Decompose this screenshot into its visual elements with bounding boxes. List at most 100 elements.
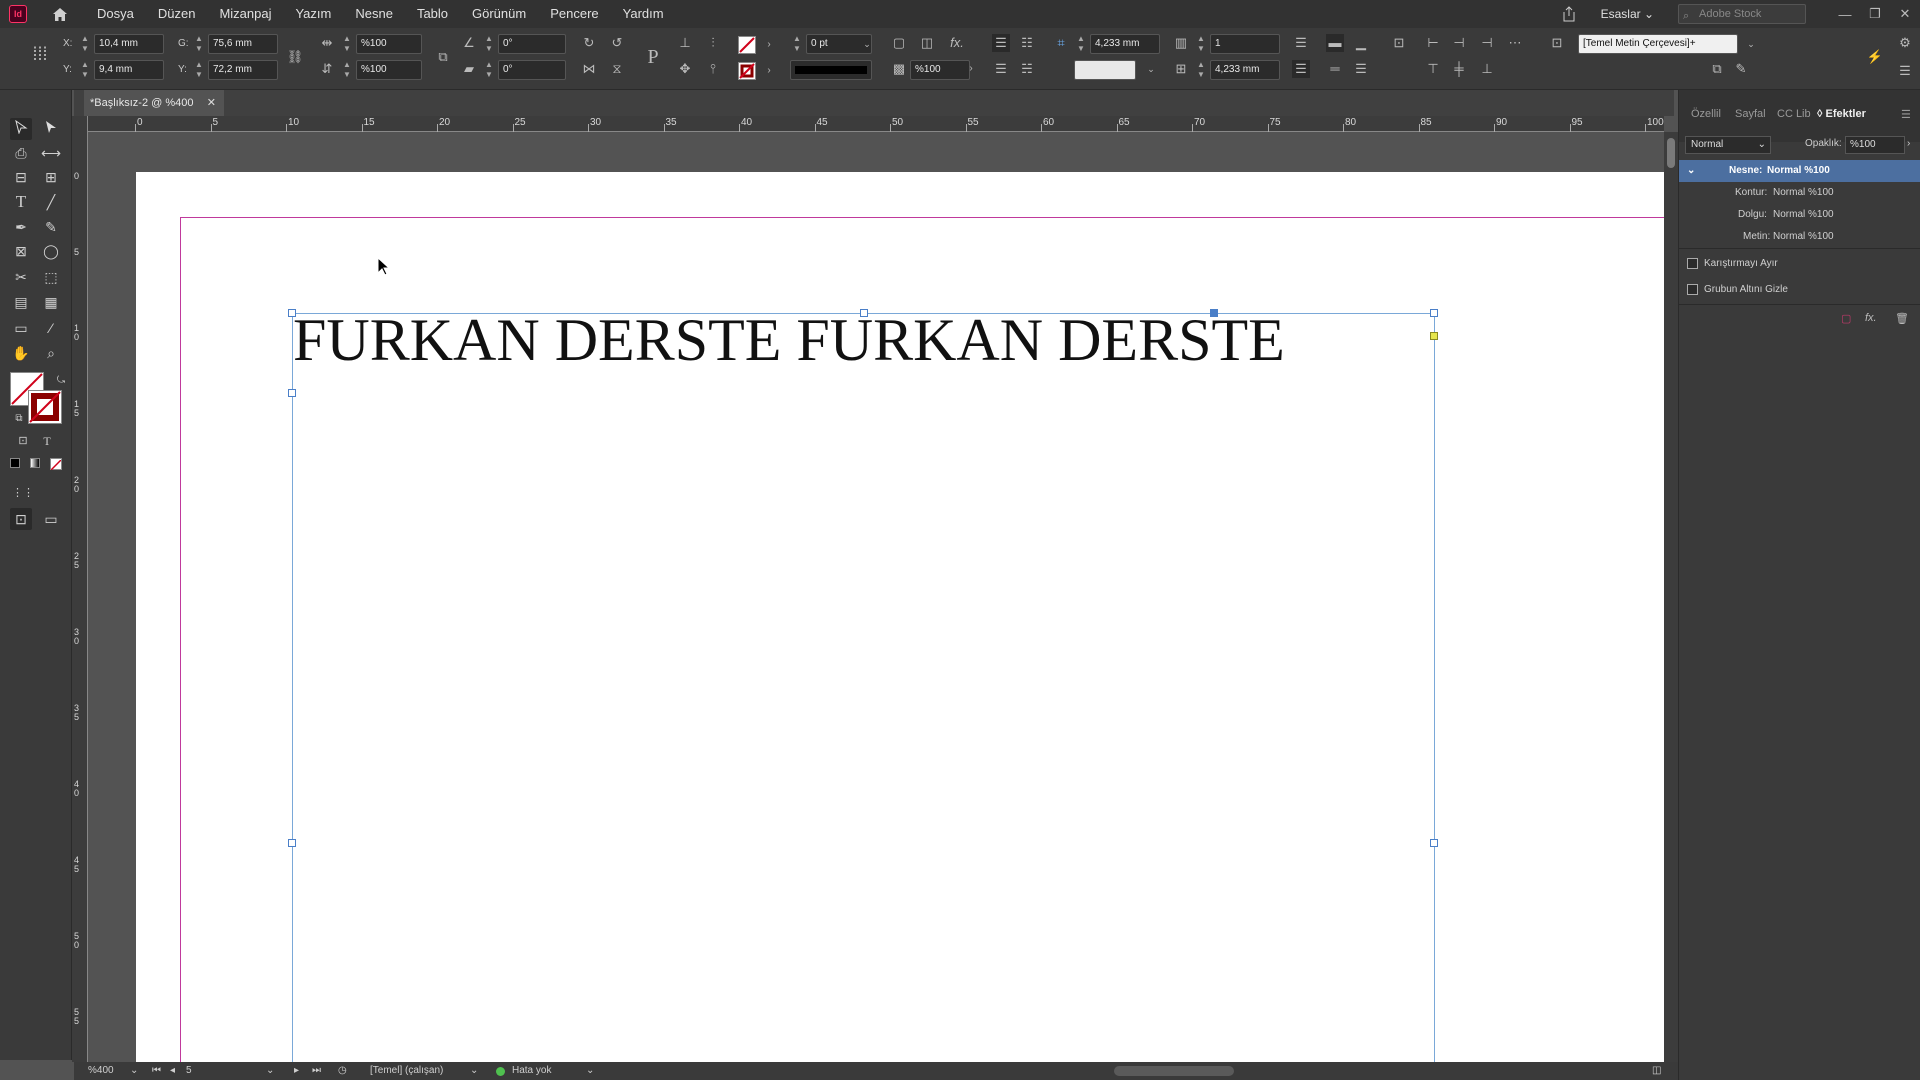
- content-placer-icon[interactable]: ⊞: [40, 166, 62, 188]
- pencil-tool-icon[interactable]: ✎: [40, 216, 62, 238]
- stroke-chevron-icon[interactable]: ›: [760, 62, 778, 80]
- scale-x-field[interactable]: %100: [356, 34, 422, 54]
- tab-properties[interactable]: Özellil: [1691, 108, 1721, 120]
- zoom-tool-icon[interactable]: ⌕: [40, 342, 62, 364]
- stroke-type-select[interactable]: [790, 60, 872, 80]
- tab-cc-libraries[interactable]: CC Lib: [1777, 108, 1811, 120]
- gradient-swatch-tool-icon[interactable]: ▤: [10, 291, 32, 313]
- handle-middle-left[interactable]: [288, 839, 296, 847]
- align-text-bottom-icon[interactable]: ☰: [992, 60, 1010, 78]
- rectangle-frame-tool-icon[interactable]: ⊠: [10, 240, 32, 262]
- horizontal-ruler[interactable]: 0 5 10 15 20 25 30 35 40 45 50 55 60 65 70 75 80 85 90 95 10…: [88, 116, 1664, 132]
- handle-middle-right[interactable]: [1430, 839, 1438, 847]
- close-button[interactable]: ✕: [1890, 6, 1920, 22]
- align-bottom-icon[interactable]: ⊥: [1478, 60, 1496, 78]
- constrain-proportions-icon[interactable]: ⛓: [286, 48, 304, 66]
- rotate-cw-icon[interactable]: ↻: [580, 34, 598, 52]
- hand-tool-icon[interactable]: ✋: [10, 342, 32, 364]
- menu-item[interactable]: Nesne: [343, 0, 405, 28]
- direct-selection-tool-icon[interactable]: [40, 118, 62, 140]
- object-style-select[interactable]: [Temel Metin Çerçevesi]+: [1578, 34, 1738, 54]
- select-container-icon[interactable]: ✥: [676, 60, 694, 78]
- adobe-stock-search[interactable]: ⌕ Adobe Stock: [1678, 4, 1806, 24]
- menu-item[interactable]: Pencere: [538, 0, 610, 28]
- drop-shadow-icon[interactable]: ▢: [890, 34, 908, 52]
- height-stepper[interactable]: ▲ ▼: [194, 60, 204, 80]
- stroke-proxy-icon[interactable]: [28, 390, 62, 424]
- preflight-status-text[interactable]: Hata yok: [512, 1065, 551, 1076]
- opacity-slider-icon[interactable]: ›: [1907, 138, 1910, 149]
- screen-mode-icon[interactable]: ▭: [40, 508, 62, 530]
- prev-page-icon[interactable]: ◂: [170, 1065, 175, 1076]
- select-content-icon[interactable]: ⫯: [704, 60, 722, 78]
- home-icon[interactable]: [49, 4, 71, 24]
- apply-gradient-icon[interactable]: [30, 458, 40, 468]
- text-frame[interactable]: FURKAN DERSTE FURKAN DERSTE: [288, 307, 1438, 1062]
- object-style-dropdown-icon[interactable]: ⌄: [1742, 35, 1760, 53]
- isolate-blending-checkbox[interactable]: Karıştırmayı Ayır: [1687, 258, 1778, 269]
- pasteboard[interactable]: FURKAN DERSTE FURKAN DERSTE: [89, 133, 1664, 1062]
- restore-button[interactable]: ❐: [1860, 6, 1890, 22]
- apply-color-icon[interactable]: [10, 458, 20, 468]
- edit-style-icon[interactable]: ✎: [1732, 60, 1750, 78]
- panel-opacity-field[interactable]: %100: [1845, 136, 1905, 154]
- stroke-swatch-icon[interactable]: [738, 62, 756, 80]
- scale-x-stepper[interactable]: ▲ ▼: [342, 34, 352, 54]
- in-port-handle[interactable]: [1210, 309, 1218, 317]
- next-page-icon[interactable]: ▸: [294, 1065, 299, 1076]
- frame-grid-icon[interactable]: ⋮⋮: [12, 482, 34, 504]
- align-left-icon[interactable]: ⊢: [1424, 34, 1442, 52]
- open-page-icon[interactable]: ◷: [338, 1065, 347, 1076]
- normal-view-icon[interactable]: ⊡: [10, 508, 32, 530]
- inset-top-stepper[interactable]: ▲ ▼: [1076, 34, 1086, 54]
- distribute-spacing-icon[interactable]: ⋯: [1506, 34, 1524, 52]
- formatting-text-icon[interactable]: T: [36, 430, 58, 452]
- gap-tool-icon[interactable]: ⟷: [40, 142, 62, 164]
- inset-bottom-field[interactable]: 4,233 mm: [1210, 60, 1280, 80]
- menu-item[interactable]: Görünüm: [460, 0, 538, 28]
- fx-icon[interactable]: fx.: [948, 34, 966, 52]
- close-tab-icon[interactable]: ✕: [207, 90, 216, 116]
- shear-stepper[interactable]: ▲ ▼: [484, 60, 494, 80]
- stroke-align-icon[interactable]: ▬: [1326, 34, 1344, 52]
- vertical-ruler[interactable]: 0 5 10 15 20 25 30 35 40 45 50 55: [72, 116, 88, 1062]
- shadow-toggle-icon[interactable]: ◫: [918, 34, 936, 52]
- y-stepper[interactable]: ▲ ▼: [80, 60, 90, 80]
- last-page-icon[interactable]: ⏭: [312, 1065, 321, 1076]
- gradient-feather-tool-icon[interactable]: ▦: [40, 291, 62, 313]
- list-icon[interactable]: ☰: [1292, 34, 1310, 52]
- tab-pages[interactable]: Sayfal: [1735, 108, 1766, 120]
- inset-bottom-stepper[interactable]: ▲ ▼: [1196, 60, 1206, 80]
- swatch-preview[interactable]: [1074, 60, 1136, 80]
- width-stepper[interactable]: ▲ ▼: [194, 34, 204, 54]
- path-text-icon[interactable]: P: [640, 44, 666, 70]
- vertical-scrollbar[interactable]: [1664, 132, 1678, 1062]
- distribute-icon[interactable]: ⊥: [676, 34, 694, 52]
- blend-mode-select[interactable]: Normal ⌄: [1685, 136, 1771, 154]
- align-top-icon[interactable]: ⊤: [1424, 60, 1442, 78]
- type-tool-icon[interactable]: T: [10, 191, 32, 213]
- align-text-center-icon[interactable]: ☷: [1018, 34, 1036, 52]
- menu-item[interactable]: Yazım: [283, 0, 343, 28]
- effect-row-text[interactable]: Metin: Normal %100: [1679, 226, 1920, 248]
- formatting-container-icon[interactable]: ⊡: [12, 430, 34, 452]
- handle-top-left[interactable]: [288, 309, 296, 317]
- selection-tool-icon[interactable]: [10, 118, 32, 140]
- menu-item[interactable]: Mizanpaj: [207, 0, 283, 28]
- line-thin-icon[interactable]: ═: [1326, 60, 1344, 78]
- angle-field[interactable]: 0°: [498, 34, 566, 54]
- fill-chevron-icon[interactable]: ›: [760, 36, 778, 54]
- default-fill-stroke-icon[interactable]: ⧉: [8, 408, 30, 430]
- apply-none-icon[interactable]: [50, 458, 62, 471]
- ellipse-tool-icon[interactable]: ◯: [40, 240, 62, 262]
- opacity-chevron-icon[interactable]: ›: [962, 60, 980, 78]
- collapse-icon[interactable]: ⌄: [1687, 160, 1695, 182]
- clear-overrides-icon[interactable]: ⧉: [1708, 60, 1726, 78]
- fit-frame-icon[interactable]: ⊡: [1390, 34, 1408, 52]
- document-tab[interactable]: *Başlıksız-2 @ %400 ✕: [84, 90, 224, 116]
- profile-dropdown-icon[interactable]: ⌄: [470, 1065, 478, 1076]
- flip-horizontal-icon[interactable]: ⋈: [580, 60, 598, 78]
- page-tool-icon[interactable]: ⎙: [10, 142, 32, 164]
- scissors-tool-icon[interactable]: ✂: [10, 266, 32, 288]
- preflight-profile[interactable]: [Temel] (çalışan): [370, 1065, 443, 1076]
